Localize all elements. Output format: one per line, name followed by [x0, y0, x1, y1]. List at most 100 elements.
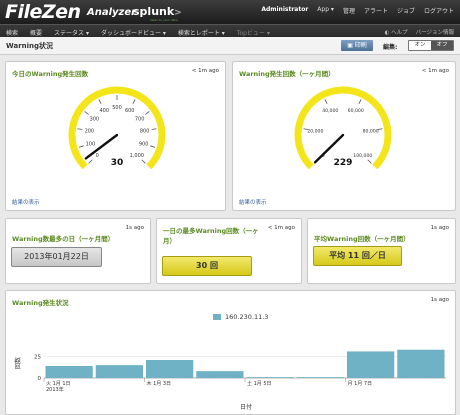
app-menu[interactable]: App ▾	[317, 6, 334, 15]
gauge-tick-label: 100,000	[353, 153, 372, 159]
bar	[246, 377, 294, 378]
max-day-panel: Warning数最多の日（一ヶ月間） 1s ago 2013年01月22日	[5, 218, 151, 284]
gauge-tick	[324, 99, 328, 104]
page-title: Warning状況	[6, 42, 54, 50]
alerts-link[interactable]: アラート	[364, 6, 388, 15]
about-link[interactable]: バージョン情報	[416, 28, 454, 36]
filezen-logo[interactable]: FileZen	[5, 1, 81, 23]
bar	[397, 349, 445, 378]
gauge-band	[294, 86, 392, 170]
help-link[interactable]: ◐ ヘルプ	[385, 28, 408, 36]
y-tick-label: 0	[38, 376, 42, 382]
panel-title: 一日の最多Warning回数（一ヶ月）	[163, 227, 259, 245]
nav-right: ◐ ヘルプ バージョン情報	[385, 28, 454, 36]
analyzer-logo: Analyzer	[87, 7, 137, 18]
gauge-tick-label: 40,000	[322, 108, 338, 114]
gauge-tick	[88, 159, 93, 164]
print-button[interactable]: ▣ 印刷	[341, 40, 373, 51]
max-count-value: 30 回	[162, 256, 252, 276]
gauge-tick-label: 100	[86, 142, 96, 148]
toggle-off[interactable]: オフ	[431, 41, 453, 50]
panel-title: Warning発生回数（一ヶ月間）	[239, 70, 335, 78]
edit-label: 編集:	[383, 44, 398, 51]
gauge-tick	[98, 99, 102, 104]
gauge-tick	[145, 111, 150, 115]
gauge-value: 30	[111, 158, 124, 168]
printer-icon: ▣	[347, 42, 353, 49]
view-results-link[interactable]: 結果の表示	[239, 198, 267, 206]
panel-timestamp: 1s ago	[125, 225, 144, 231]
gauge-tick	[151, 128, 157, 130]
gauge-tick-label: 0	[96, 153, 99, 159]
gauge-tick-label: 600	[125, 108, 135, 114]
nav-search[interactable]: 検索	[6, 28, 18, 37]
panel-timestamp: < 1m ago	[191, 68, 219, 74]
logout-link[interactable]: ログアウト	[424, 6, 454, 15]
bar	[347, 351, 395, 378]
bar	[296, 377, 344, 378]
gauge-tick-label: 800	[140, 129, 150, 135]
max-count-panel: 一日の最多Warning回数（一ヶ月） < 1m ago 30 回	[156, 218, 302, 284]
panel-timestamp: < 1m ago	[267, 225, 295, 231]
today-gauge: 0100 200 300400500600700 800 900 1,000 30	[68, 86, 166, 170]
gauge-tick-label: 1,000	[130, 153, 144, 159]
edit-toggle[interactable]: オン オフ	[408, 40, 454, 51]
month-gauge: 020,00040,000 60,00080,000100,000229	[294, 86, 392, 170]
gauge-tick-label: 20,000	[307, 129, 323, 135]
print-label: 印刷	[354, 42, 367, 49]
splunk-chevron: >	[174, 8, 182, 18]
bar	[196, 371, 244, 378]
splunk-text: splunk	[133, 5, 175, 18]
gauge-tick-label: 700	[135, 117, 145, 123]
nav-overview[interactable]: 概要	[30, 28, 42, 37]
gauge-tick-label: 300	[90, 117, 100, 123]
max-day-value: 2013年01月22日	[11, 247, 102, 267]
gauge-tick-label: 500	[112, 105, 122, 111]
y-tick-label: 25	[34, 355, 41, 361]
month-warning-panel: Warning発生回数（一ヶ月間） < 1m ago 0 20,000 40,000…	[232, 61, 456, 211]
user-menu[interactable]: Administrator	[261, 6, 308, 15]
bar	[95, 365, 143, 378]
jobs-link[interactable]: ジョブ	[397, 6, 415, 15]
bar	[146, 360, 194, 378]
panel-title: Warning数最多の日（一ヶ月間）	[12, 235, 115, 243]
avg-panel: 平均Warning回数（一ヶ月間） 1s ago 平均 11 回／日	[307, 218, 456, 284]
nav-status[interactable]: ステータス ▾	[54, 28, 89, 37]
manage-link[interactable]: 管理	[343, 6, 355, 15]
panel-timestamp: 1s ago	[430, 225, 449, 231]
panel-title: 今日のWarning発生回数	[12, 70, 89, 78]
gauge-tick	[367, 159, 372, 164]
toggle-on[interactable]: オン	[409, 41, 431, 50]
dashboard-title-bar: Warning状況 ▣ 印刷 編集: オン オフ	[0, 37, 460, 55]
gauge-tick	[150, 145, 156, 148]
y-axis-label: 回数	[14, 357, 22, 369]
today-warning-panel: 今日のWarning発生回数 < 1m ago 0 100 200 300 400 500…	[5, 61, 226, 211]
gauge-tick	[84, 111, 89, 115]
avg-value: 平均 11 回／日	[313, 246, 402, 266]
nav-top-view[interactable]: Topビュー ▾	[237, 28, 270, 37]
gauge-tick-label: 80,000	[363, 129, 379, 135]
gauge-tick	[78, 145, 84, 148]
gauge-tick-label: 400	[100, 108, 110, 114]
gauge-tick-label: 60,000	[348, 108, 364, 114]
gauge-tick	[132, 99, 136, 104]
panel-timestamp: < 1m ago	[421, 68, 449, 74]
bar	[45, 366, 93, 378]
gauge-tick-label: 900	[139, 142, 149, 148]
top-menu: Administrator App ▾ 管理 アラート ジョブ ログアウト	[261, 6, 454, 15]
gauge-tick	[77, 128, 83, 130]
x-tick-label: 2013年	[46, 386, 64, 393]
app-nav-bar: 検索 概要 ステータス ▾ ダッシュボードビュー ▾ 検索とレポート ▾ Top…	[0, 24, 460, 37]
warning-bar-chart: 回数 250火 1月 1日2013年木 1月 3日土 1月 5日月 1月 7日日付	[14, 349, 446, 411]
gauge-value: 229	[334, 158, 353, 168]
splunk-logo: splunk>	[133, 5, 182, 18]
x-axis-label: 日付	[240, 403, 252, 411]
nav-search-reports[interactable]: 検索とレポート ▾	[178, 28, 225, 37]
top-bar: FileZen Analyzer splunk> listen to your …	[0, 0, 460, 24]
gauge-tick	[141, 159, 146, 164]
nav-dashboards[interactable]: ダッシュボードビュー ▾	[101, 28, 166, 37]
view-results-link[interactable]: 結果の表示	[12, 198, 40, 206]
app-nav: 検索 概要 ステータス ▾ ダッシュボードビュー ▾ 検索とレポート ▾ Top…	[6, 28, 270, 37]
warning-chart-panel: Warning発生状況 1s ago 160.230.11.3 回数 25 0 火 1…	[5, 290, 456, 415]
x-tick-label: 木 1月 3日	[147, 380, 172, 387]
